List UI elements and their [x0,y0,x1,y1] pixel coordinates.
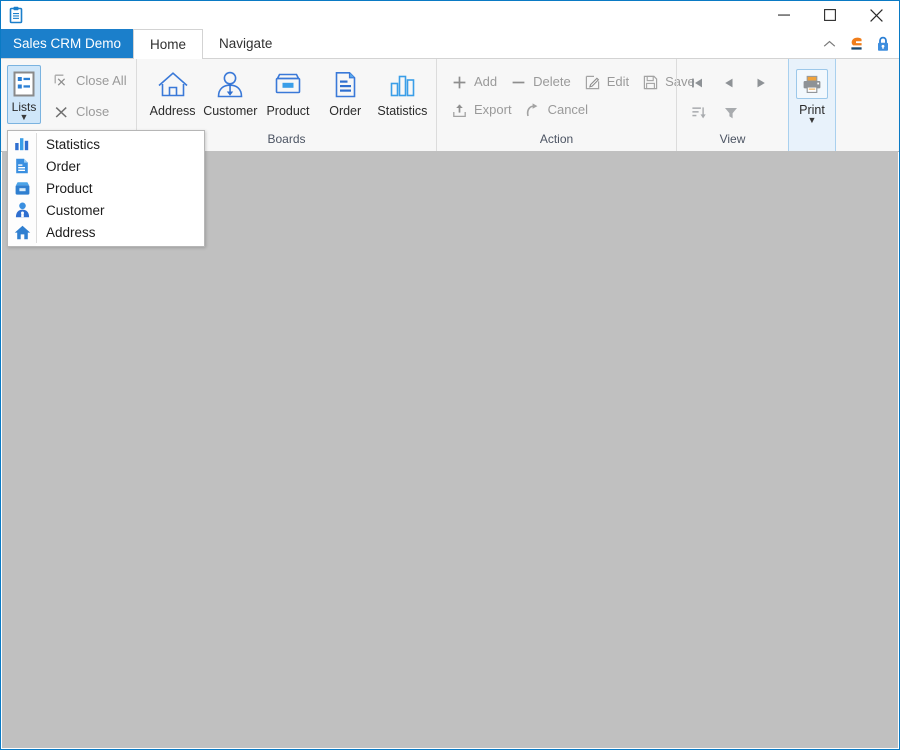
menu-label-customer: Customer [46,202,105,218]
menu-item-statistics[interactable]: Statistics [8,133,204,155]
window-controls [761,1,899,29]
ribbon-group-view: View [676,59,798,151]
first-record-icon [692,78,702,88]
previous-record-icon [725,78,733,88]
title-bar [1,1,899,29]
home-filled-icon [8,221,36,243]
cancel-button[interactable]: Cancel [521,97,595,123]
first-record-button[interactable] [683,69,711,97]
action-row-2: Export Cancel [447,97,702,123]
box-filled-icon [8,177,36,199]
edit-label: Edit [606,74,630,89]
board-button-address[interactable]: Address [144,65,201,121]
list-icon [13,71,35,97]
menu-label-statistics: Statistics [46,136,101,152]
lists-button[interactable]: Lists ▼ [7,65,41,124]
delete-label: Delete [533,74,571,89]
printer-icon [796,69,828,99]
maximize-button[interactable] [807,1,853,29]
menu-item-customer[interactable]: Customer [8,199,204,221]
export-label: Export [474,102,512,117]
board-button-order[interactable]: Order [317,65,374,121]
menu-item-order[interactable]: Order [8,155,204,177]
add-label: Add [474,74,498,89]
app-menu-button[interactable]: Sales CRM Demo [1,29,134,58]
board-label-order: Order [329,104,362,118]
lists-dropdown-menu: Statistics Order Product Customer Addres… [7,130,205,247]
clipboard-icon [1,1,31,29]
menu-item-address[interactable]: Address [8,221,204,243]
close-all-label: Close All [76,73,127,88]
group-label-action: Action [539,132,574,146]
close-label: Close [76,104,110,119]
board-button-statistics[interactable]: Statistics [374,65,431,121]
ribbon-group-action: Add Delete Edit Save Export Cancel Actio… [436,59,695,151]
upload-icon [451,102,468,119]
minimize-button[interactable] [761,1,807,29]
board-button-customer[interactable]: Customer [201,65,259,121]
application-window: Sales CRM Demo Home Navigate Lists ▼ Clo… [0,0,900,750]
menu-label-address: Address [46,224,96,240]
bar-chart-icon [391,75,415,97]
tab-home[interactable]: Home [133,29,204,59]
pencil-square-icon [584,74,601,91]
person-icon [217,71,243,98]
collapse-ribbon-icon[interactable] [819,34,839,54]
next-record-icon [757,78,765,88]
plus-icon [451,74,468,91]
previous-record-button[interactable] [715,69,743,97]
print-chevron-down-icon[interactable]: ▼ [808,116,817,125]
close-x-icon [53,104,70,121]
action-row-1: Add Delete Edit Save [447,69,702,95]
lock-icon[interactable] [873,34,893,54]
close-button[interactable] [853,1,899,29]
add-button[interactable]: Add [447,69,504,95]
close-button-ribbon[interactable]: Close [49,99,134,125]
close-all-button[interactable]: Close All [49,68,134,94]
export-button[interactable]: Export [447,97,519,123]
floppy-disk-icon [642,74,659,91]
undo-arrow-icon [525,102,542,119]
menu-label-order: Order [46,158,81,174]
delete-button[interactable]: Delete [506,69,578,95]
filter-button[interactable] [717,99,745,127]
minus-icon [510,74,527,91]
bar-chart-filled-icon [8,133,36,155]
ribbon-tab-strip: Sales CRM Demo Home Navigate [1,29,899,59]
edit-button[interactable]: Edit [580,69,636,95]
person-filled-icon [8,199,36,221]
brand-logo-icon[interactable] [846,34,866,54]
group-label-view: View [719,132,746,146]
print-button[interactable]: Print ▼ [790,66,834,126]
box-icon [275,73,301,94]
document-icon [335,72,356,98]
ribbon-group-print: Print ▼ [788,59,836,151]
board-label-address: Address [149,104,196,118]
menu-label-product: Product [46,180,93,196]
board-button-product[interactable]: Product [259,65,316,121]
tab-navigate[interactable]: Navigate [203,29,288,58]
board-label-statistics: Statistics [377,104,428,118]
home-icon [158,72,188,97]
board-label-product: Product [266,104,310,118]
chevron-down-icon[interactable]: ▼ [20,113,29,122]
document-filled-icon [8,155,36,177]
sort-icon [692,107,706,119]
board-label-customer: Customer [203,104,258,118]
close-all-icon [53,73,70,90]
sort-button[interactable] [685,99,713,127]
menu-item-product[interactable]: Product [8,177,204,199]
next-record-button[interactable] [747,69,775,97]
tab-strip-right-cluster [819,34,893,54]
cancel-label: Cancel [547,102,589,117]
filter-icon [725,108,737,119]
